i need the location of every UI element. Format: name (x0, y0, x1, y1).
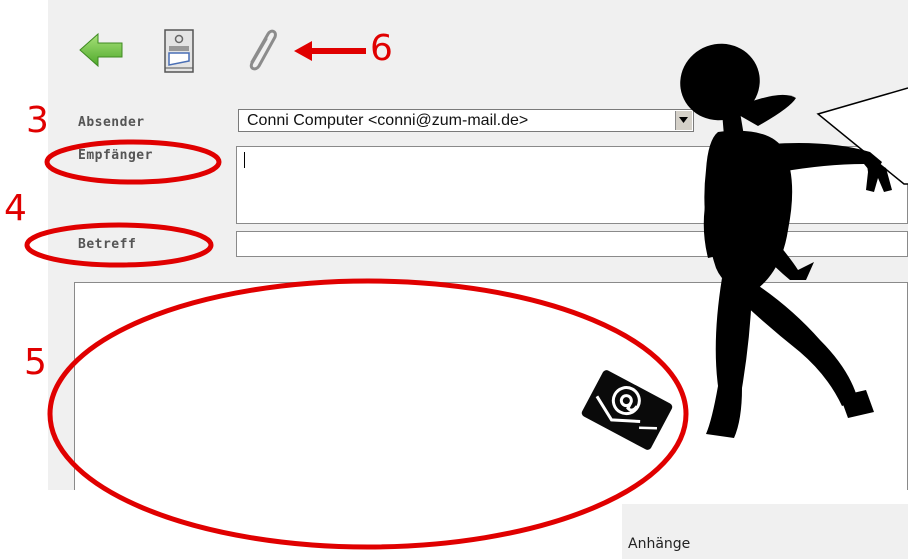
cartoon-figure-silhouette (680, 43, 892, 438)
ellipse-subject (24, 222, 214, 268)
ellipse-recipient (44, 139, 222, 185)
